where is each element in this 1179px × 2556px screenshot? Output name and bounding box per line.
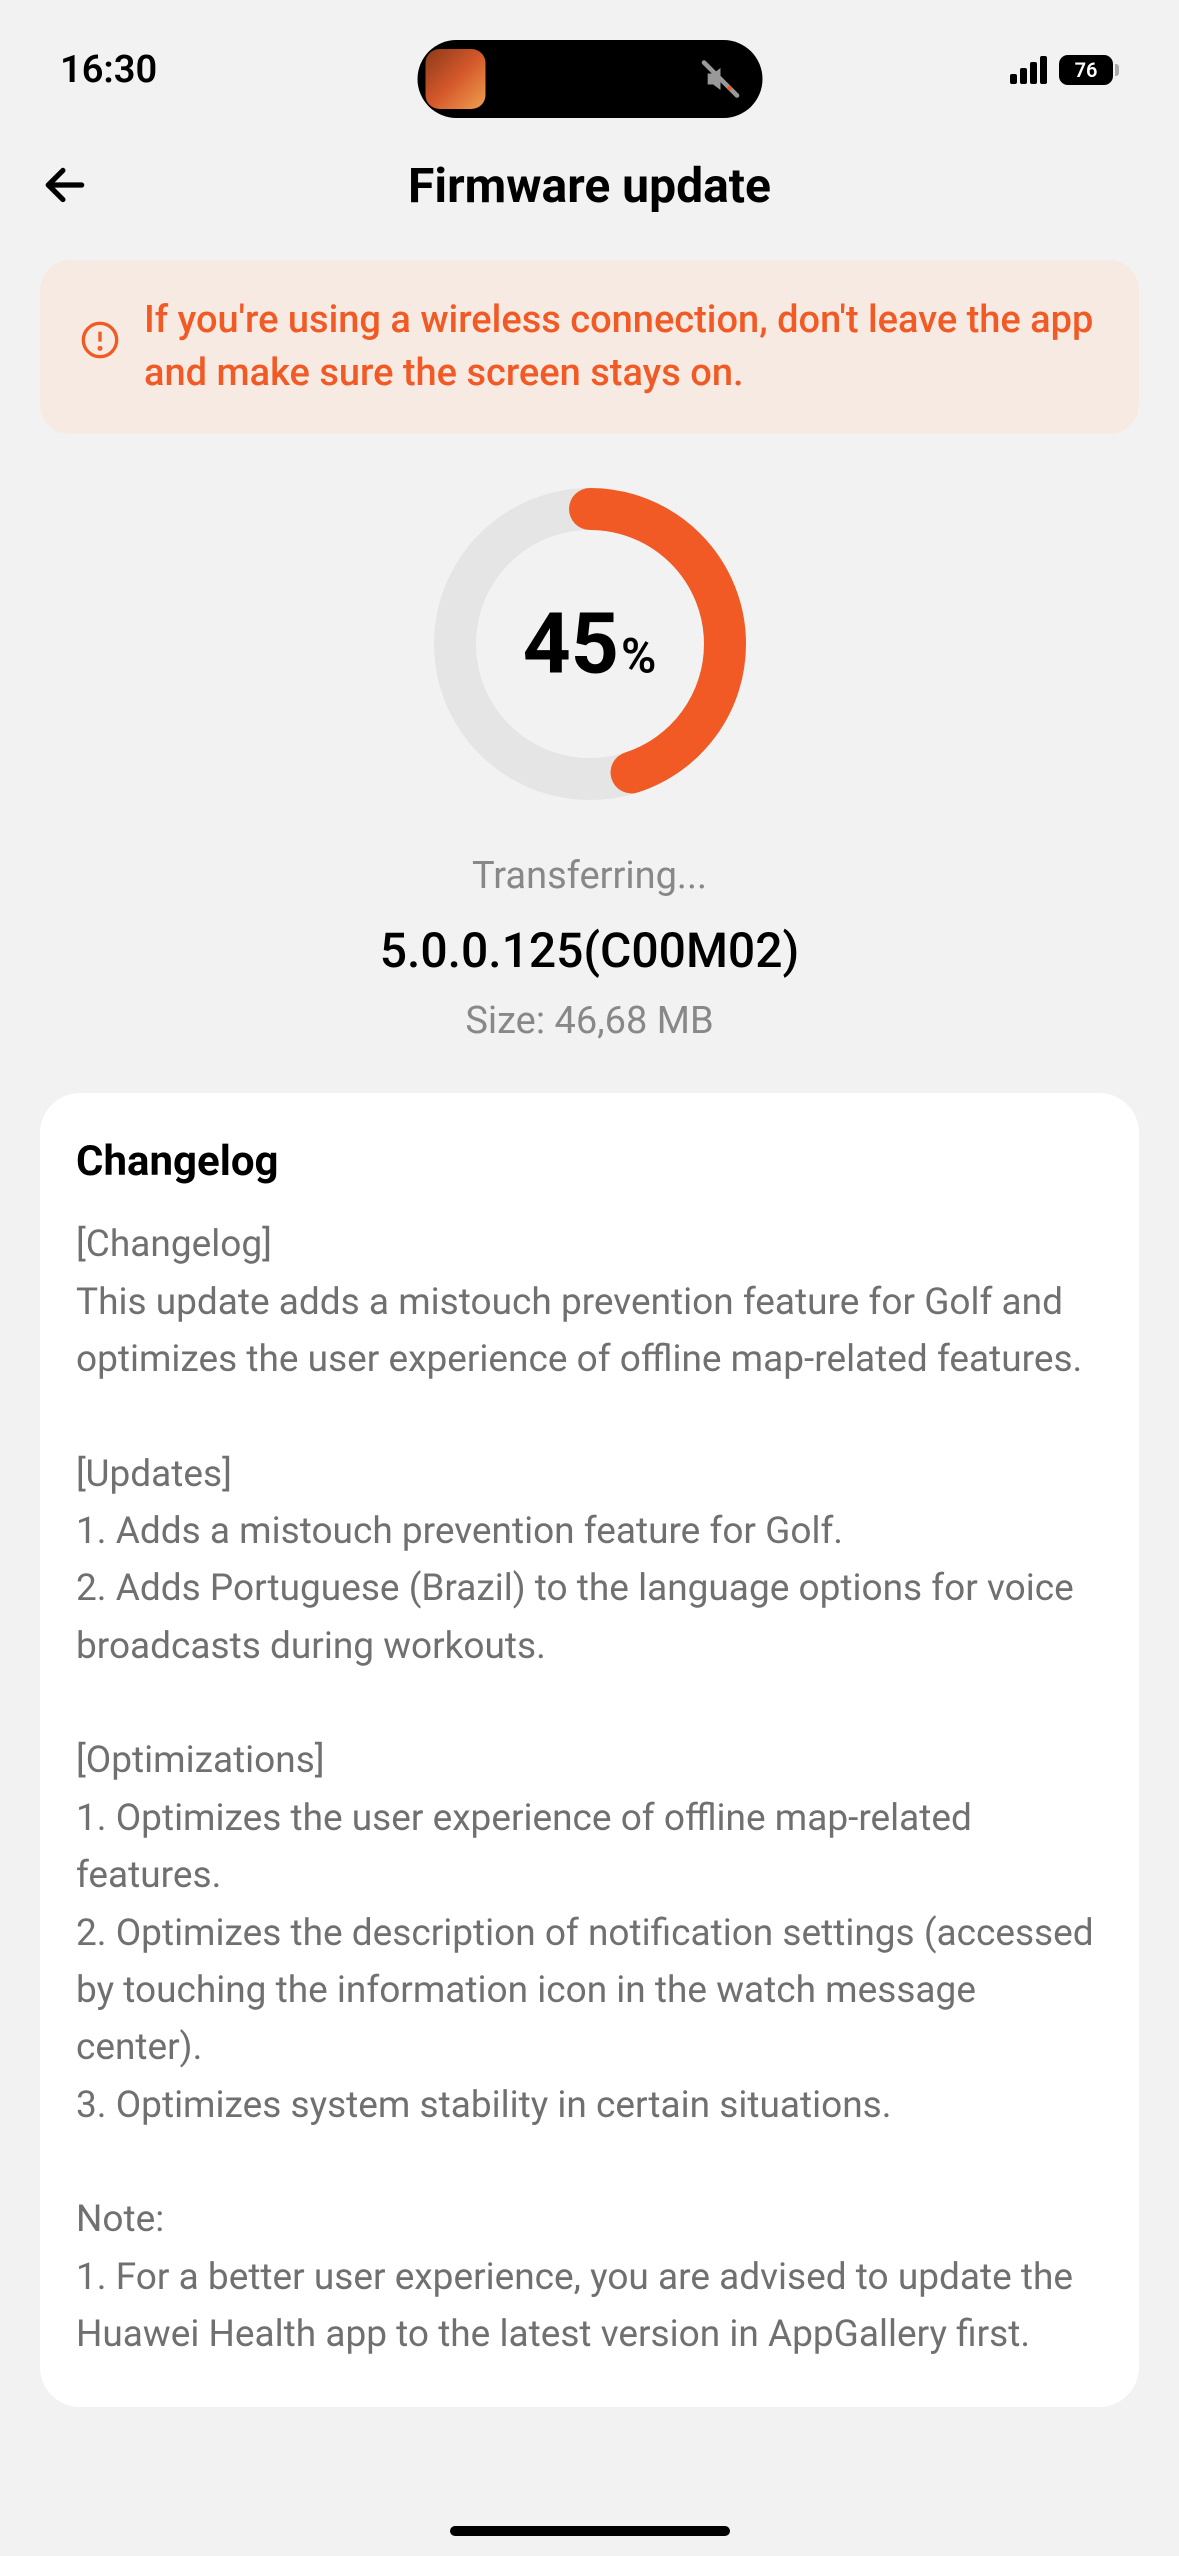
battery-indicator: 76 — [1059, 55, 1119, 85]
mute-icon — [698, 57, 742, 101]
cellular-signal-icon — [1010, 56, 1047, 84]
changelog-body: [Changelog] This update adds a mistouch … — [76, 1216, 1103, 2363]
page-title: Firmware update — [408, 157, 771, 214]
home-indicator[interactable] — [450, 2526, 730, 2536]
progress-value: 45 % — [523, 595, 657, 694]
status-right: 76 — [1010, 55, 1119, 85]
back-arrow-icon[interactable] — [40, 160, 90, 210]
progress-number: 45 — [523, 595, 619, 694]
alert-icon — [80, 320, 120, 360]
progress-section: 45 % Transferring... 5.0.0.125(C00M02) S… — [0, 464, 1179, 1093]
changelog-card[interactable]: Changelog [Changelog] This update adds a… — [40, 1093, 1139, 2407]
status-bar: 16:30 76 — [0, 0, 1179, 120]
warning-banner: If you're using a wireless connection, d… — [40, 260, 1139, 434]
firmware-size: Size: 46,68 MB — [40, 999, 1139, 1043]
status-time: 16:30 — [60, 48, 157, 92]
changelog-title: Changelog — [76, 1137, 1103, 1186]
dynamic-island[interactable] — [417, 40, 762, 118]
transfer-status: Transferring... — [40, 854, 1139, 898]
warning-text: If you're using a wireless connection, d… — [144, 294, 1099, 400]
battery-level: 76 — [1059, 55, 1113, 85]
now-playing-avatar — [425, 49, 485, 109]
progress-ring: 45 % — [430, 484, 750, 804]
header: Firmware update — [0, 120, 1179, 240]
progress-percent-symbol: % — [621, 628, 656, 685]
firmware-version: 5.0.0.125(C00M02) — [40, 922, 1139, 979]
